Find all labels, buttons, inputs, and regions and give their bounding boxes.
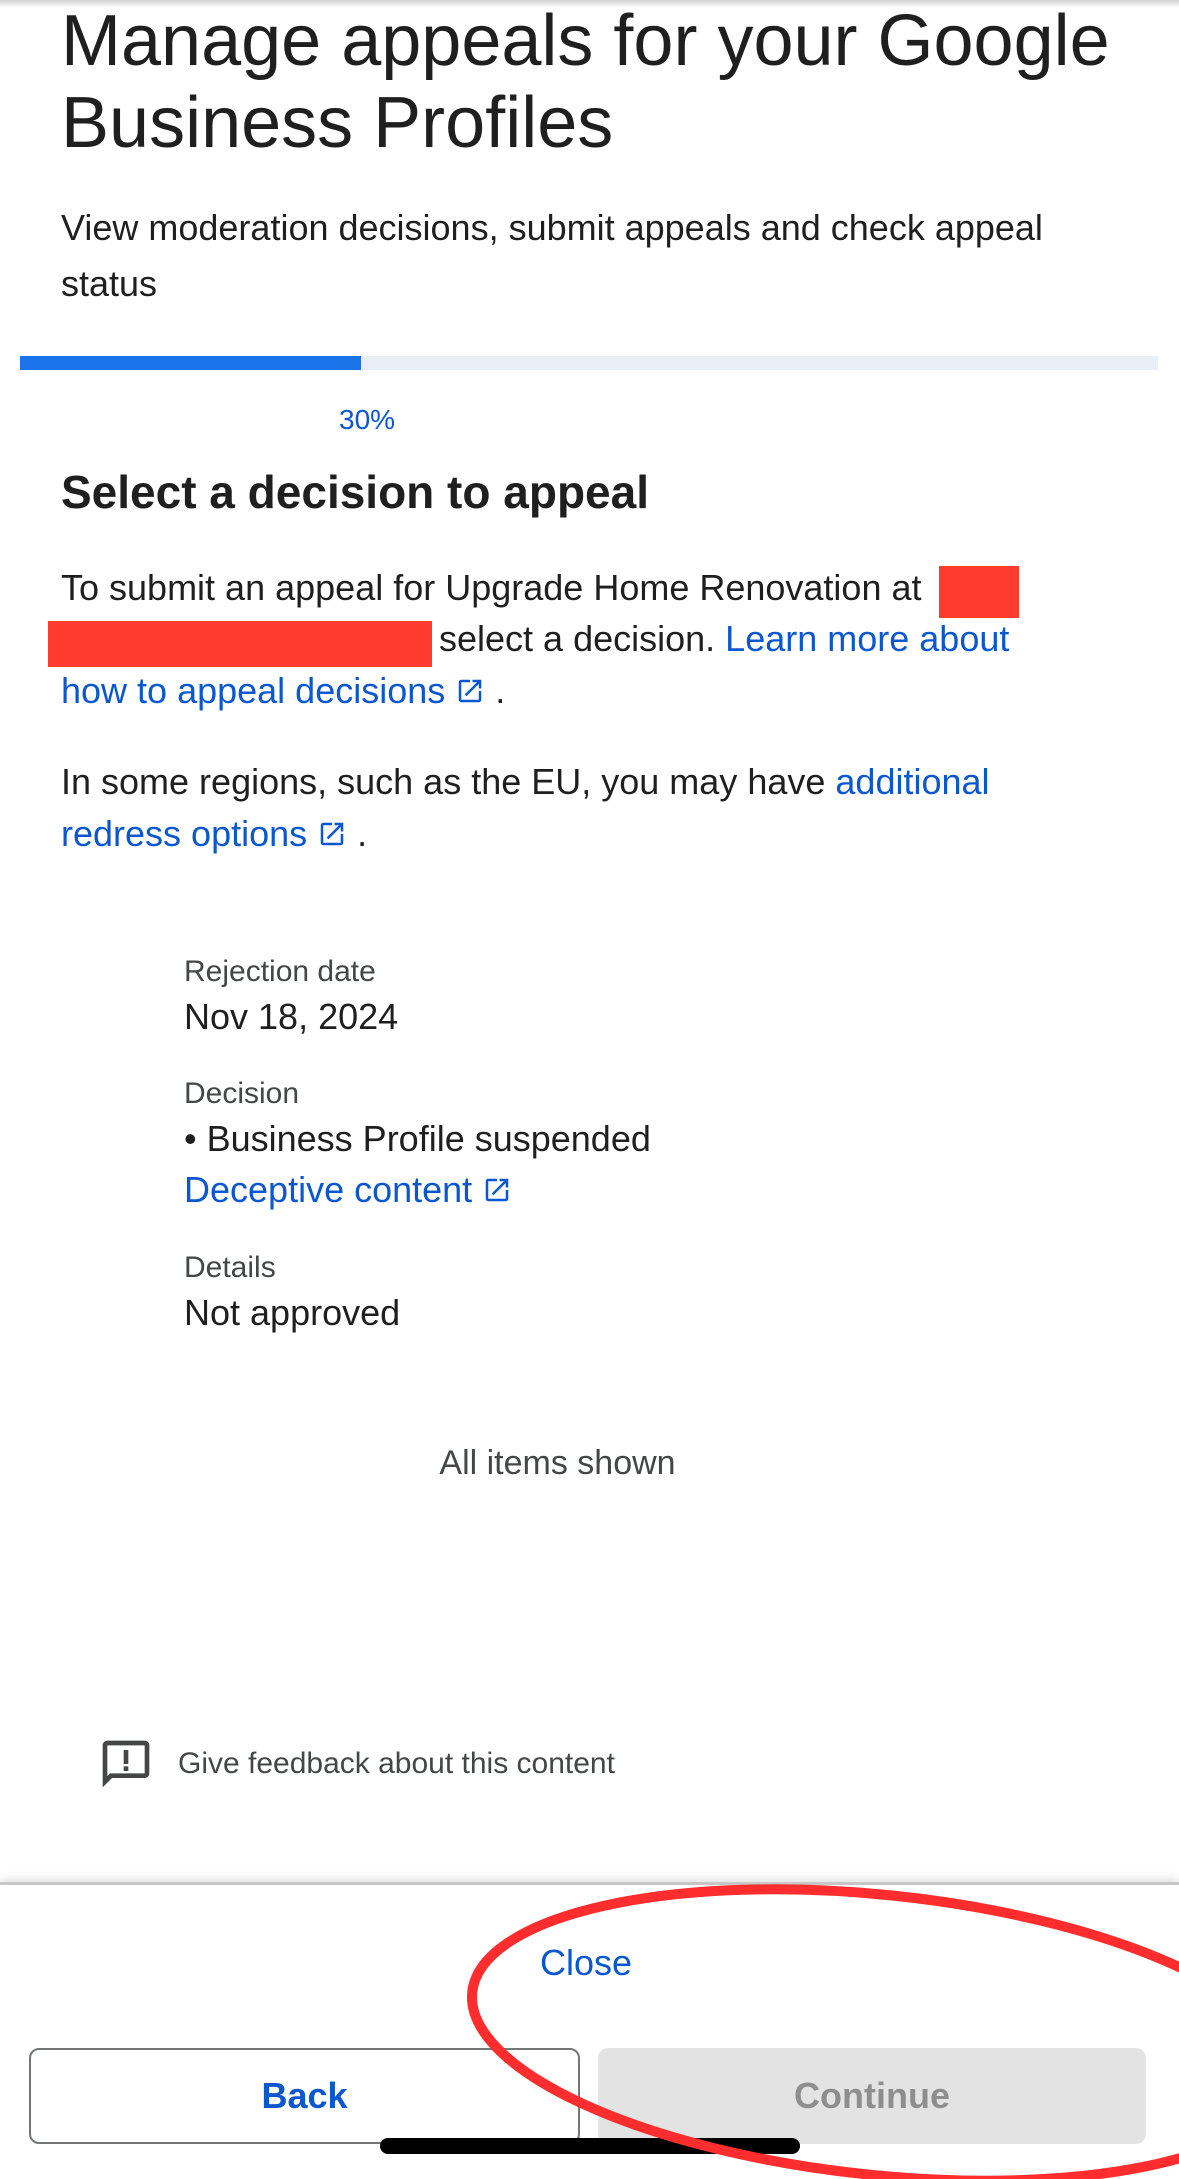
redress-text-prefix: In some regions, such as the EU, you may… — [61, 761, 826, 802]
progress-bar — [20, 356, 1158, 370]
deceptive-content-link-wrap: Deceptive content — [184, 1169, 512, 1211]
progress-fill — [20, 356, 362, 370]
details-value: Not approved — [184, 1292, 401, 1333]
learn-more-link[interactable]: Learn more about — [725, 618, 1009, 659]
details-label: Details — [184, 1251, 276, 1284]
feedback-icon — [102, 1740, 150, 1788]
appeal-decisions-link[interactable]: how to appeal decisions — [61, 670, 485, 711]
redress-text-suffix: . — [357, 813, 368, 854]
redaction-block — [939, 566, 1019, 618]
all-items-shown-text: All items shown — [439, 1444, 676, 1482]
progress-percent: 30% — [339, 404, 396, 435]
all-items-shown: All items shown — [0, 1444, 1179, 1483]
continue-button[interactable]: Continue — [598, 2048, 1146, 2144]
decision-value: • Business Profile suspended — [184, 1118, 651, 1159]
feedback-label: Give feedback about this content — [178, 1747, 615, 1780]
redaction-block — [48, 621, 432, 667]
intro-text-prefix: To submit an appeal for Upgrade Home Ren… — [61, 567, 922, 608]
home-indicator — [380, 2138, 800, 2154]
feedback-button[interactable]: Give feedback about this content — [98, 1736, 615, 1792]
deceptive-content-link-text: Deceptive content — [184, 1169, 473, 1210]
intro-text-middle: select a decision. — [439, 618, 716, 659]
page-title: Manage appeals for your Google Business … — [61, 1, 1110, 163]
appeal-decisions-link-text: how to appeal decisions — [61, 670, 446, 711]
redress-link-text-1: additional — [835, 761, 990, 802]
back-button[interactable]: Back — [29, 2048, 580, 2144]
annotation-overlay — [466, 1884, 1179, 2179]
rejection-date-label: Rejection date — [184, 955, 376, 988]
redress-link-text-2: redress options — [61, 813, 308, 854]
page-subtitle: View moderation decisions, submit appeal… — [61, 207, 1043, 304]
external-link-icon — [485, 1178, 509, 1202]
external-link-icon — [320, 822, 344, 846]
decision-label: Decision — [184, 1077, 300, 1110]
deceptive-content-link[interactable]: Deceptive content — [184, 1169, 512, 1210]
redress-paragraph: In some regions, such as the EU, you may… — [61, 756, 1111, 860]
intro-text-suffix: . — [495, 670, 506, 711]
external-link-icon — [459, 679, 482, 703]
section-title: Select a decision to appeal — [61, 466, 649, 518]
close-link[interactable]: Close — [540, 1942, 632, 1984]
rejection-date-value: Nov 18, 2024 — [184, 996, 399, 1037]
intro-line-2: select a decision. Learn more about — [439, 613, 1139, 665]
intro-line-3: how to appeal decisions . — [61, 665, 505, 717]
